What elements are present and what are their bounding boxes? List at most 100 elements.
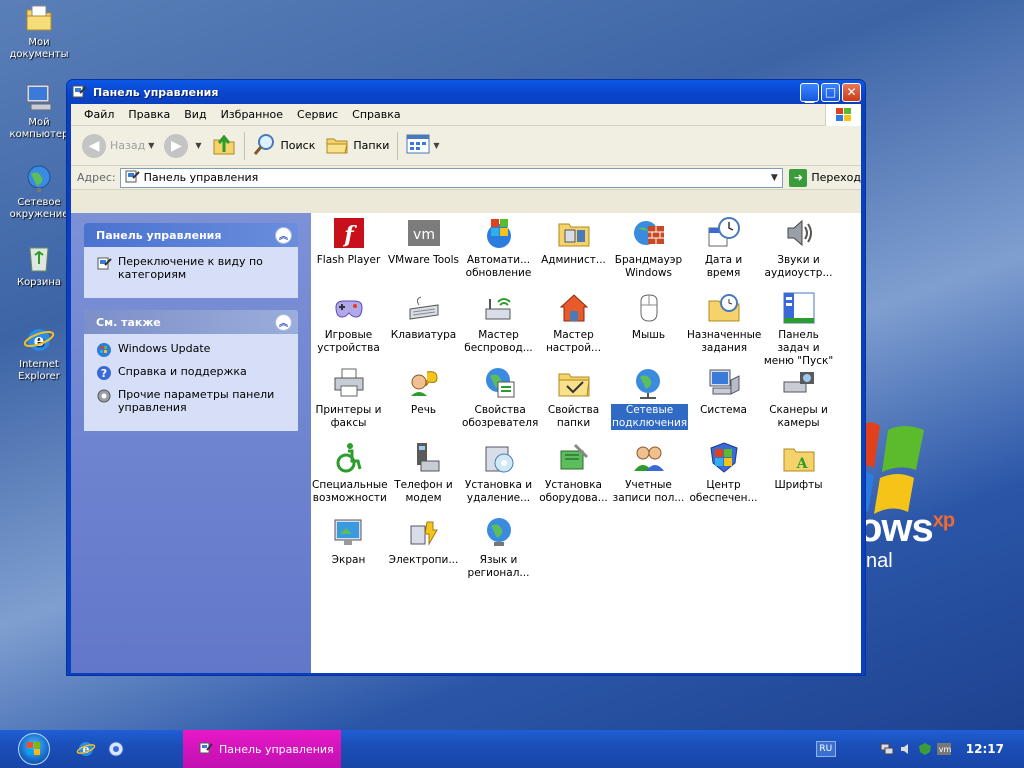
control-panel-item[interactable]: Мышь <box>611 291 686 342</box>
control-panel-item[interactable]: Речь <box>386 366 461 417</box>
control-panel-item-label: Электропи... <box>388 554 459 566</box>
control-panel-item[interactable]: vm VMware Tools <box>386 216 461 267</box>
link-label: Переключение к виду по категориям <box>118 255 263 281</box>
control-panel-item[interactable]: Принтеры и факсы <box>311 366 386 430</box>
svg-text:vm: vm <box>939 745 951 754</box>
control-panel-item-label: Экран <box>331 554 366 566</box>
control-panel-item-label: Игровые устройства <box>317 329 380 354</box>
folders-button[interactable]: Папки <box>320 130 394 162</box>
security-tray-icon[interactable] <box>918 742 932 756</box>
svg-text:?: ? <box>101 367 107 380</box>
control-panel-item[interactable]: Сетевые подключения <box>611 366 689 430</box>
menu-file[interactable]: Файл <box>77 108 121 121</box>
toolbar: ◀ Назад ▼ ▶ ▼ Поиск Папки ▼ <box>71 126 861 166</box>
control-panel-item-label: Автомати... обновление <box>465 254 532 279</box>
control-panel-item[interactable]: Учетные записи пол... <box>611 441 686 505</box>
control-panel-item-label: Дата и время <box>704 254 743 279</box>
windows-update-link[interactable]: Windows Update <box>96 342 288 358</box>
control-panel-item[interactable]: Установка оборудова... <box>536 441 611 505</box>
see-also-section-header[interactable]: См. также ︽ <box>84 310 298 334</box>
clock[interactable]: 12:17 <box>966 742 1004 756</box>
menu-favorites[interactable]: Избранное <box>214 108 290 121</box>
control-panel-item[interactable]: Телефон и модем <box>386 441 461 505</box>
control-panel-item-label: Речь <box>410 404 437 416</box>
other-control-panel-options-link[interactable]: Прочие параметры панели управления <box>96 388 288 414</box>
audio-tray-icon[interactable] <box>899 742 913 756</box>
control-panel-item[interactable]: Клавиатура <box>386 291 461 342</box>
control-panel-item[interactable]: Дата и время <box>686 216 761 280</box>
address-field[interactable]: Панель управления ▼ <box>119 167 784 188</box>
window-titlebar[interactable]: Панель управления ▁ □ ✕ <box>67 80 865 104</box>
control-panel-item[interactable]: Сканеры и камеры <box>761 366 836 430</box>
minimize-button[interactable]: ▁ <box>800 82 819 102</box>
vmware-tray-icon[interactable]: vm <box>936 742 951 756</box>
control-panel-item[interactable]: Мастер настрой... <box>536 291 611 355</box>
go-button[interactable]: ➜ Переход <box>789 168 861 187</box>
control-panel-item[interactable]: Установка и удаление... <box>461 441 536 505</box>
back-button[interactable]: ◀ Назад ▼ <box>77 130 159 162</box>
up-button[interactable] <box>207 130 241 162</box>
control-panel-item-label: Установка и удаление... <box>464 479 533 504</box>
menu-help[interactable]: Справка <box>345 108 407 121</box>
quicklaunch-internet-explorer[interactable]: e <box>76 739 96 759</box>
control-panel-item[interactable]: Центр обеспечен... <box>686 441 761 505</box>
desktop-icon-my-documents[interactable]: Мои документы <box>2 2 76 61</box>
control-panel-item[interactable]: Свойства папки <box>536 366 611 430</box>
close-button[interactable]: ✕ <box>842 82 861 102</box>
system-tray: RU vm 12:17 <box>815 730 1024 768</box>
scheduled-tasks-icon <box>707 291 741 325</box>
desktop-icon-internet-explorer[interactable]: e Internet Explorer <box>2 324 76 383</box>
maximize-button[interactable]: □ <box>821 82 840 102</box>
control-panel-item[interactable]: Свойства обозревателя <box>461 366 538 430</box>
taskbar-button-control-panel[interactable]: Панель управления <box>183 730 341 768</box>
control-panel-item[interactable]: Автомати... обновление <box>461 216 536 280</box>
menu-tools[interactable]: Сервис <box>290 108 345 121</box>
desktop-icon-recycle-bin[interactable]: Корзина <box>2 242 76 289</box>
collapse-icon[interactable]: ︽ <box>275 226 292 244</box>
control-panel-item-label: Панель задач и меню "Пуск" <box>763 329 834 367</box>
control-panel-item[interactable]: Игровые устройства <box>311 291 386 355</box>
control-panel-item[interactable]: Брандмауэр Windows <box>611 216 686 280</box>
control-panel-item[interactable]: Специальные возможности <box>311 441 388 505</box>
windows-xp-wallpaper-logo: owsxp nal <box>854 420 1024 590</box>
address-value: Панель управления <box>143 171 259 184</box>
network-tray-icon[interactable] <box>880 742 894 756</box>
control-panel-item[interactable]: Назначенные задания <box>686 291 761 355</box>
control-panel-item[interactable]: Звуки и аудиоустр... <box>761 216 836 280</box>
switch-to-category-view-link[interactable]: Переключение к виду по категориям <box>96 255 288 281</box>
forward-dropdown-icon[interactable]: ▼ <box>195 141 201 150</box>
desktop-icon-label: Internet Explorer <box>18 359 60 382</box>
control-panel-section-header[interactable]: Панель управления ︽ <box>84 223 298 247</box>
sound-icon <box>782 216 816 250</box>
control-panel-item[interactable]: Экран <box>311 516 386 567</box>
control-panel-item-label: Сетевые подключения <box>611 404 689 430</box>
control-panel-item[interactable]: Админист... <box>536 216 611 267</box>
address-dropdown-icon[interactable]: ▼ <box>766 169 782 187</box>
control-panel-item[interactable]: Электропи... <box>386 516 461 567</box>
menu-edit[interactable]: Правка <box>121 108 177 121</box>
printer-icon <box>332 366 366 400</box>
menu-view[interactable]: Вид <box>177 108 213 121</box>
control-panel-item[interactable]: Панель задач и меню "Пуск" <box>761 291 836 368</box>
desktop-icon-my-computer[interactable]: Мой компьютер <box>2 82 76 141</box>
help-and-support-link[interactable]: ? Справка и поддержка <box>96 365 288 381</box>
control-panel-icon <box>71 83 87 102</box>
forward-button[interactable]: ▶ ▼ <box>159 130 206 162</box>
control-panel-small-icon <box>96 255 112 271</box>
section-title: Панель управления <box>96 228 222 242</box>
control-panel-item[interactable]: Система <box>686 366 761 417</box>
views-button[interactable]: ▼ <box>401 130 444 162</box>
desktop-icon-network[interactable]: Сетевое окружение <box>2 162 76 221</box>
folders-label: Папки <box>353 139 390 152</box>
back-dropdown-icon[interactable]: ▼ <box>148 141 154 150</box>
control-panel-item[interactable]: A Шрифты <box>761 441 836 492</box>
language-indicator[interactable]: RU <box>815 741 836 757</box>
collapse-icon[interactable]: ︽ <box>275 313 292 331</box>
control-panel-item[interactable]: Язык и регионал... <box>461 516 536 580</box>
start-button[interactable] <box>18 733 50 765</box>
quicklaunch-media[interactable] <box>106 739 126 759</box>
control-panel-item[interactable]: f Flash Player <box>311 216 386 267</box>
maximize-icon: □ <box>824 85 837 99</box>
control-panel-item[interactable]: Мастер беспровод... <box>461 291 536 355</box>
search-button[interactable]: Поиск <box>248 130 321 162</box>
